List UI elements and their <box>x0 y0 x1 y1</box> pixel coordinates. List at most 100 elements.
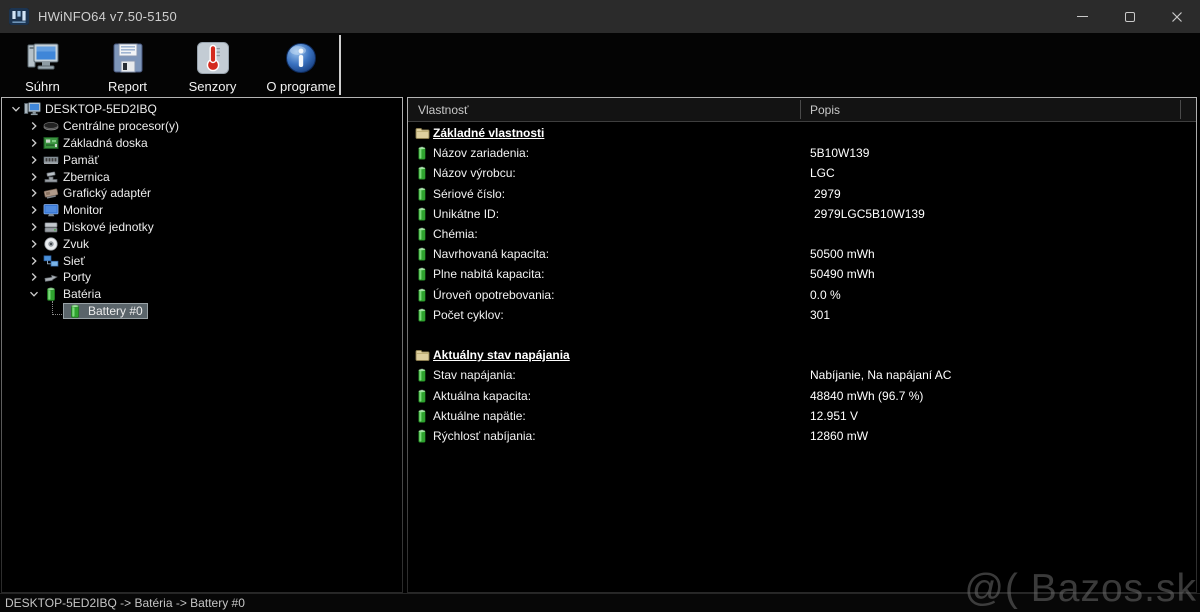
property-row[interactable]: Navrhovaná kapacita: 50500 mWh <box>408 244 1196 264</box>
property-row[interactable]: Sériové číslo: 2979 <box>408 184 1196 204</box>
selected-tree-item[interactable]: Battery #0 <box>63 302 148 319</box>
spacer-row <box>408 325 1196 345</box>
chevron-right-icon[interactable] <box>26 256 42 266</box>
tree-item-network[interactable]: Sieť <box>2 252 402 269</box>
chevron-right-icon[interactable] <box>26 272 42 282</box>
tree-connector-line <box>52 300 62 315</box>
chevron-down-icon[interactable] <box>26 289 42 299</box>
tree-label: Batéria <box>63 287 102 302</box>
cpu-icon <box>42 118 59 134</box>
tree-item-audio[interactable]: Zvuk <box>2 235 402 252</box>
about-button[interactable]: O programe <box>255 33 347 97</box>
property-row[interactable]: Rýchlosť nabíjania: 12860 mW <box>408 426 1196 446</box>
status-bar: DESKTOP-5ED2IBQ -> Batéria -> Battery #0 <box>0 593 1200 612</box>
chevron-down-icon[interactable] <box>8 104 24 114</box>
chevron-right-icon[interactable] <box>26 205 42 215</box>
property-row[interactable]: Počet cyklov: 301 <box>408 305 1196 325</box>
property-row[interactable]: Názov výrobcu: LGC <box>408 163 1196 183</box>
gpu-icon <box>42 185 59 201</box>
chevron-right-icon[interactable] <box>26 222 42 232</box>
tree-label: DESKTOP-5ED2IBQ <box>45 102 157 117</box>
toolbar-separator <box>339 35 341 95</box>
tree-label: Grafický adaptér <box>63 186 152 201</box>
tree-item-bus[interactable]: Zbernica <box>2 168 402 185</box>
title-bar: HWiNFO64 v7.50-5150 <box>0 0 1200 33</box>
column-divider[interactable] <box>1180 100 1181 119</box>
app-logo-icon <box>9 8 29 25</box>
tree-label: Základná doska <box>63 135 148 150</box>
chevron-right-icon[interactable] <box>26 239 42 249</box>
chevron-right-icon[interactable] <box>26 138 42 148</box>
column-header-description[interactable]: Popis <box>810 103 840 117</box>
network-icon <box>42 253 59 269</box>
sensors-button[interactable]: Senzory <box>170 33 255 97</box>
battery-icon <box>42 286 59 302</box>
chevron-right-icon[interactable] <box>26 188 42 198</box>
tree-item-memory[interactable]: Pamäť <box>2 151 402 168</box>
column-header-row: Vlastnosť Popis <box>408 98 1196 122</box>
battery-small-icon <box>414 145 430 161</box>
battery-small-icon <box>414 246 430 262</box>
audio-icon <box>42 236 59 252</box>
property-row[interactable]: Aktuálna kapacita: 48840 mWh (96.7 %) <box>408 385 1196 405</box>
battery-small-icon <box>414 367 430 383</box>
property-row[interactable]: Plne nabitá kapacita: 50490 mWh <box>408 264 1196 284</box>
battery-small-icon <box>414 408 430 424</box>
tree-label: Zvuk <box>63 236 90 251</box>
device-tree-panel: DESKTOP-5ED2IBQ Centrálne procesor(y) Zá… <box>1 97 403 593</box>
section-header: Aktuálny stav napájania <box>408 345 1196 365</box>
property-row[interactable]: Chémia: <box>408 224 1196 244</box>
summary-label: Súhrn <box>25 79 60 94</box>
computer-summary-icon <box>25 39 61 77</box>
toolbar: Súhrn Report Senzory O programe <box>0 33 1200 97</box>
properties-panel: Vlastnosť Popis Základné vlastnosti Názo… <box>407 97 1197 593</box>
motherboard-icon <box>42 135 59 151</box>
battery-icon <box>66 303 83 319</box>
column-divider[interactable] <box>800 100 801 119</box>
about-label: O programe <box>266 79 336 94</box>
tree-item-gpu[interactable]: Grafický adaptér <box>2 185 402 202</box>
thermometer-sensors-icon <box>196 39 230 77</box>
tree-item-monitor[interactable]: Monitor <box>2 202 402 219</box>
tree-item-battery0[interactable]: Battery #0 <box>2 300 402 320</box>
battery-small-icon <box>414 206 430 222</box>
info-about-icon <box>284 39 318 77</box>
tree-label: Porty <box>63 270 92 285</box>
chevron-right-icon[interactable] <box>26 121 42 131</box>
report-button[interactable]: Report <box>85 33 170 97</box>
minimize-button[interactable] <box>1059 0 1106 33</box>
tree-label: Monitor <box>63 203 104 218</box>
tree-item-drives[interactable]: Diskové jednotky <box>2 219 402 236</box>
tree-item-ports[interactable]: Porty <box>2 269 402 286</box>
hwinfo-window: HWiNFO64 v7.50-5150 Súhrn Report Senzory… <box>0 0 1200 612</box>
summary-button[interactable]: Súhrn <box>0 33 85 97</box>
property-row[interactable]: Unikátne ID: 2979LGC5B10W139 <box>408 204 1196 224</box>
tree-item-computer[interactable]: DESKTOP-5ED2IBQ <box>2 101 402 118</box>
computer-icon <box>24 101 41 117</box>
tree-label: Centrálne procesor(y) <box>63 119 180 134</box>
maximize-button[interactable] <box>1106 0 1153 33</box>
close-button[interactable] <box>1153 0 1200 33</box>
tree-item-battery[interactable]: Batéria <box>2 286 402 303</box>
chevron-right-icon[interactable] <box>26 155 42 165</box>
main-area: DESKTOP-5ED2IBQ Centrálne procesor(y) Zá… <box>0 97 1200 593</box>
chevron-right-icon[interactable] <box>26 172 42 182</box>
status-path: DESKTOP-5ED2IBQ -> Batéria -> Battery #0 <box>5 596 245 610</box>
battery-small-icon <box>414 165 430 181</box>
monitor-icon <box>42 202 59 218</box>
battery-small-icon <box>414 388 430 404</box>
property-row[interactable]: Stav napájania: Nabíjanie, Na napájaní A… <box>408 365 1196 385</box>
column-header-property[interactable]: Vlastnosť <box>418 103 469 117</box>
battery-small-icon <box>414 307 430 323</box>
tree-item-motherboard[interactable]: Základná doska <box>2 135 402 152</box>
folder-section-icon <box>414 127 430 140</box>
property-row[interactable]: Úroveň opotrebovania: 0.0 % <box>408 285 1196 305</box>
property-row[interactable]: Aktuálne napätie: 12.951 V <box>408 406 1196 426</box>
tree-item-cpu[interactable]: Centrálne procesor(y) <box>2 118 402 135</box>
maximize-icon <box>1124 11 1135 22</box>
sensors-label: Senzory <box>188 79 237 94</box>
tree-label: Zbernica <box>63 169 110 184</box>
close-icon <box>1171 11 1182 22</box>
property-row[interactable]: Názov zariadenia: 5B10W139 <box>408 143 1196 163</box>
tree-label: Diskové jednotky <box>63 219 154 234</box>
